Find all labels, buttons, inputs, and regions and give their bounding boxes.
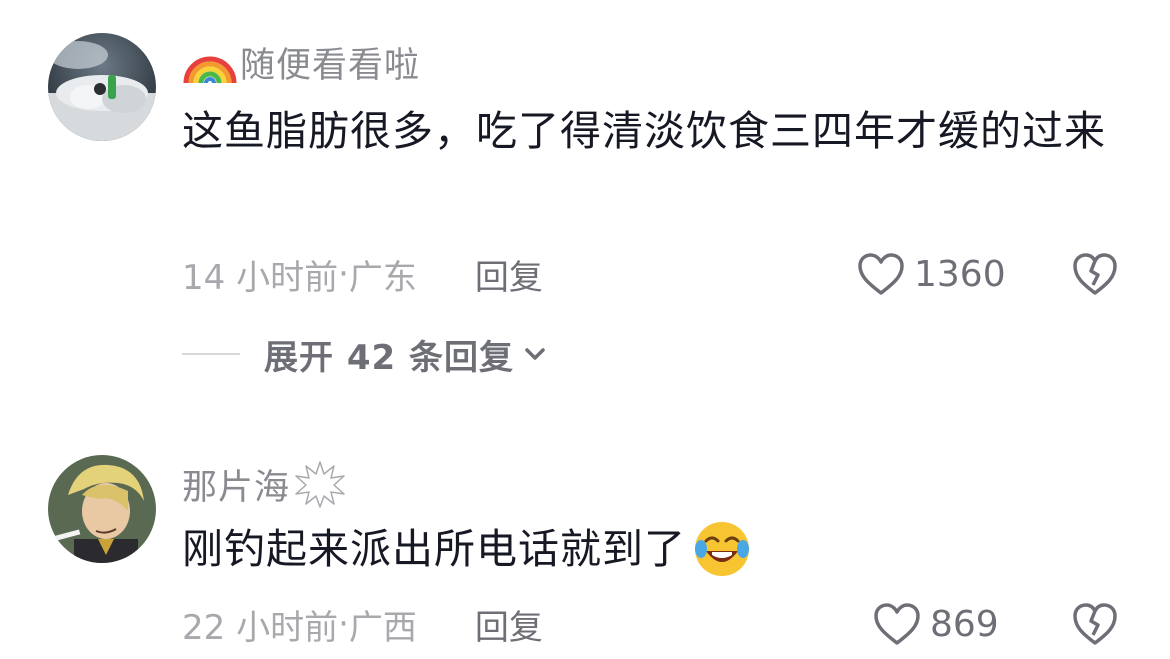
comment-time: 22 小时前 xyxy=(182,607,339,648)
crying-laughing-emoji-icon xyxy=(695,522,749,576)
rainbow-icon xyxy=(183,56,237,84)
expand-replies-label: 展开 42 条回复 xyxy=(264,337,514,378)
broken-heart-icon[interactable] xyxy=(1072,601,1118,647)
heart-icon xyxy=(858,253,904,295)
heart-icon xyxy=(874,603,920,645)
comment-text: 这鱼脂肪很多，吃了得清淡饮食三四年才缓的过来 xyxy=(182,107,1106,155)
reply-button[interactable]: 回复 xyxy=(475,250,543,299)
meta-separator: · xyxy=(338,604,349,644)
anime-character-avatar-icon xyxy=(48,455,156,563)
user-avatar[interactable] xyxy=(48,455,156,563)
expand-replies-button[interactable]: 展开 42 条回复 xyxy=(182,326,548,382)
like-count: 1360 xyxy=(914,253,1006,295)
comment-location: 广西 xyxy=(348,607,417,648)
comment-text-row: 刚钓起来派出所电话就到了 xyxy=(182,506,1122,592)
username[interactable]: 随便看看啦 xyxy=(240,37,420,88)
comment-text: 刚钓起来派出所电话就到了 xyxy=(182,525,686,573)
like-button[interactable]: 869 xyxy=(872,594,999,654)
username-row: 随便看看啦 xyxy=(182,34,420,90)
divider-line xyxy=(182,353,240,355)
burst-icon xyxy=(295,461,345,508)
user-avatar[interactable] xyxy=(48,33,156,141)
meta-separator: · xyxy=(338,254,349,294)
astronaut-avatar-icon xyxy=(48,33,156,141)
broken-heart-icon[interactable] xyxy=(1072,251,1118,297)
like-count: 869 xyxy=(930,603,999,645)
chevron-down-icon xyxy=(525,348,545,360)
comment-time: 14 小时前 xyxy=(182,257,339,298)
reply-button[interactable]: 回复 xyxy=(475,600,543,649)
comment-meta: 22 小时前 · 广西 回复 xyxy=(182,594,543,654)
comment-location: 广东 xyxy=(348,257,417,298)
like-button[interactable]: 1360 xyxy=(856,244,1006,304)
comment-meta: 14 小时前 · 广东 回复 xyxy=(182,244,543,304)
username-row: 那片海 xyxy=(182,456,346,512)
username[interactable]: 那片海 xyxy=(182,459,290,510)
